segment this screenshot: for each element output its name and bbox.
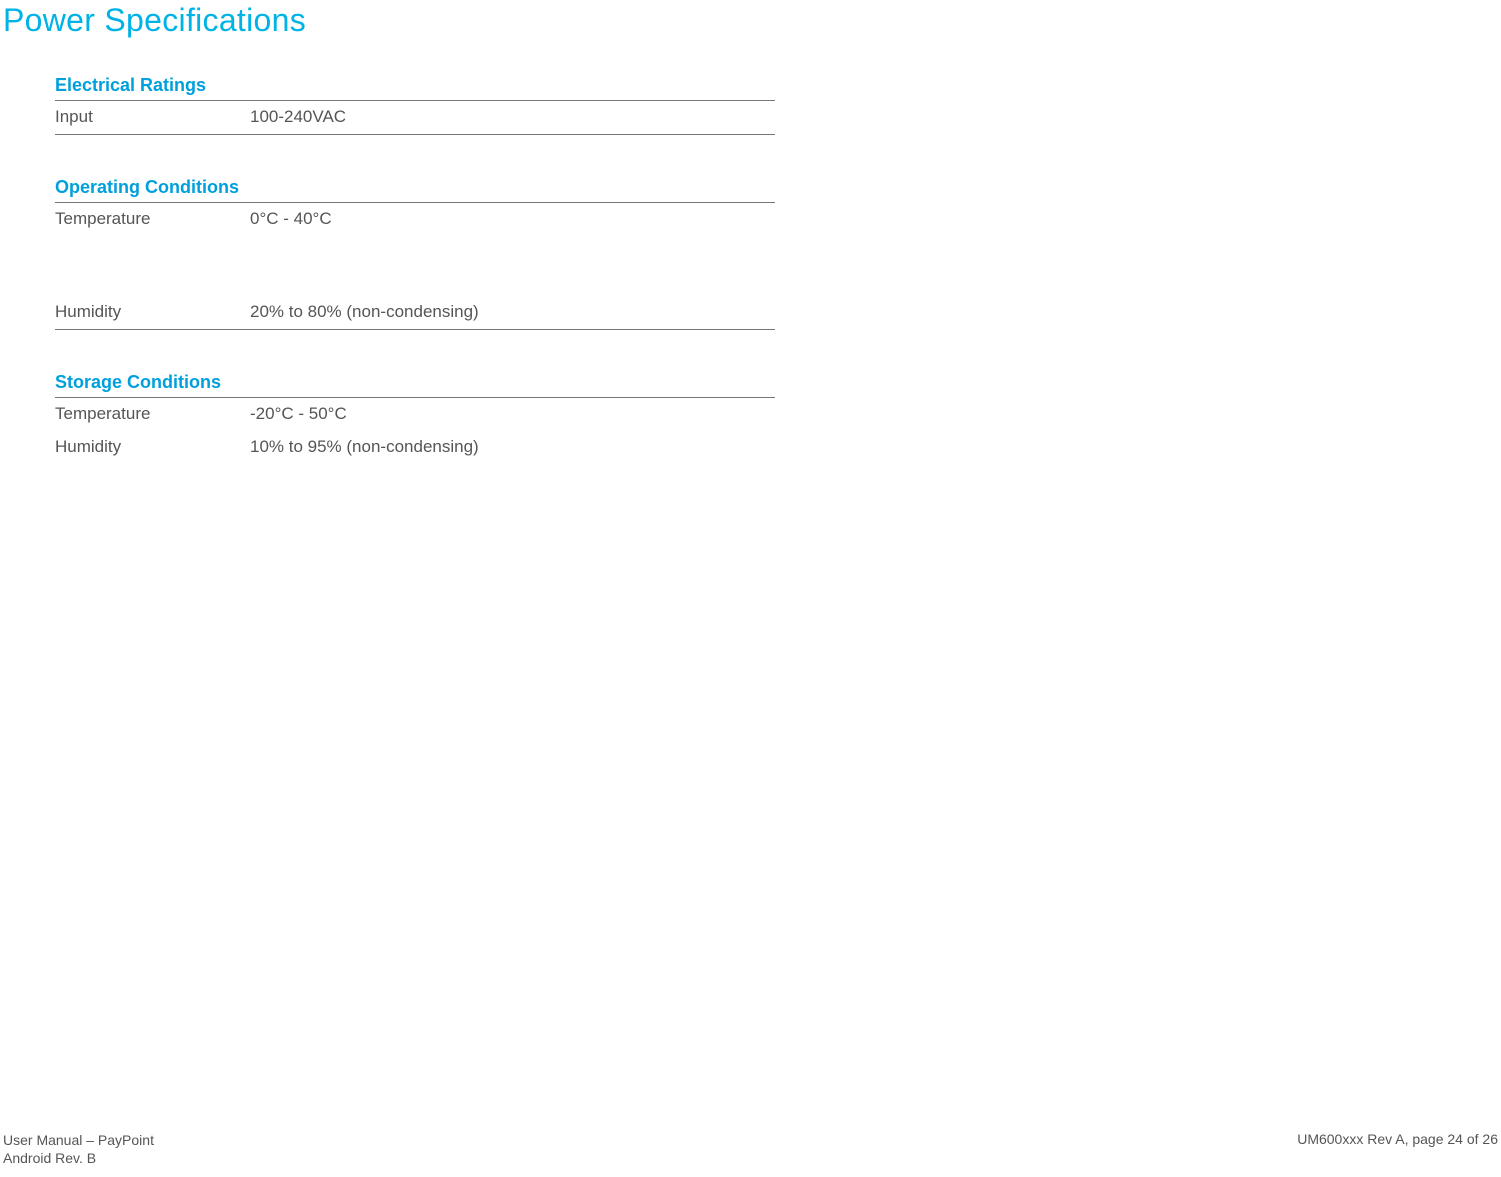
spec-value: 20% to 80% (non-condensing) xyxy=(250,296,775,330)
content-area: Electrical Ratings Input 100-240VAC Oper… xyxy=(0,39,1501,464)
table-operating: Temperature 0°C - 40°C Humidity 20% to 8… xyxy=(55,202,775,330)
table-storage: Temperature -20°C - 50°C Humidity 10% to… xyxy=(55,397,775,464)
spec-value: 10% to 95% (non-condensing) xyxy=(250,431,775,464)
footer-left-line2: Android Rev. B xyxy=(3,1149,154,1167)
table-row: Input 100-240VAC xyxy=(55,101,775,135)
spec-label: Humidity xyxy=(55,431,250,464)
spec-value: -20°C - 50°C xyxy=(250,398,775,432)
section-title-storage: Storage Conditions xyxy=(55,372,1501,397)
table-row-spacer xyxy=(55,236,775,296)
spec-label: Input xyxy=(55,101,250,135)
section-operating: Operating Conditions Temperature 0°C - 4… xyxy=(55,177,1501,330)
table-row: Temperature 0°C - 40°C xyxy=(55,203,775,237)
table-row: Humidity 10% to 95% (non-condensing) xyxy=(55,431,775,464)
section-storage: Storage Conditions Temperature -20°C - 5… xyxy=(55,372,1501,464)
page-footer: User Manual – PayPoint Android Rev. B UM… xyxy=(3,1131,1498,1167)
page-title: Power Specifications xyxy=(0,0,1501,39)
table-row: Temperature -20°C - 50°C xyxy=(55,398,775,432)
section-title-electrical: Electrical Ratings xyxy=(55,75,1501,100)
footer-left: User Manual – PayPoint Android Rev. B xyxy=(3,1131,154,1167)
table-row: Humidity 20% to 80% (non-condensing) xyxy=(55,296,775,330)
spec-value: 100-240VAC xyxy=(250,101,775,135)
spec-label: Temperature xyxy=(55,398,250,432)
spec-value: 0°C - 40°C xyxy=(250,203,775,237)
section-electrical: Electrical Ratings Input 100-240VAC xyxy=(55,75,1501,135)
table-electrical: Input 100-240VAC xyxy=(55,100,775,135)
section-title-operating: Operating Conditions xyxy=(55,177,1501,202)
footer-left-line1: User Manual – PayPoint xyxy=(3,1131,154,1149)
spec-label: Temperature xyxy=(55,203,250,237)
spec-label: Humidity xyxy=(55,296,250,330)
footer-right: UM600xxx Rev A, page 24 of 26 xyxy=(1297,1131,1498,1147)
